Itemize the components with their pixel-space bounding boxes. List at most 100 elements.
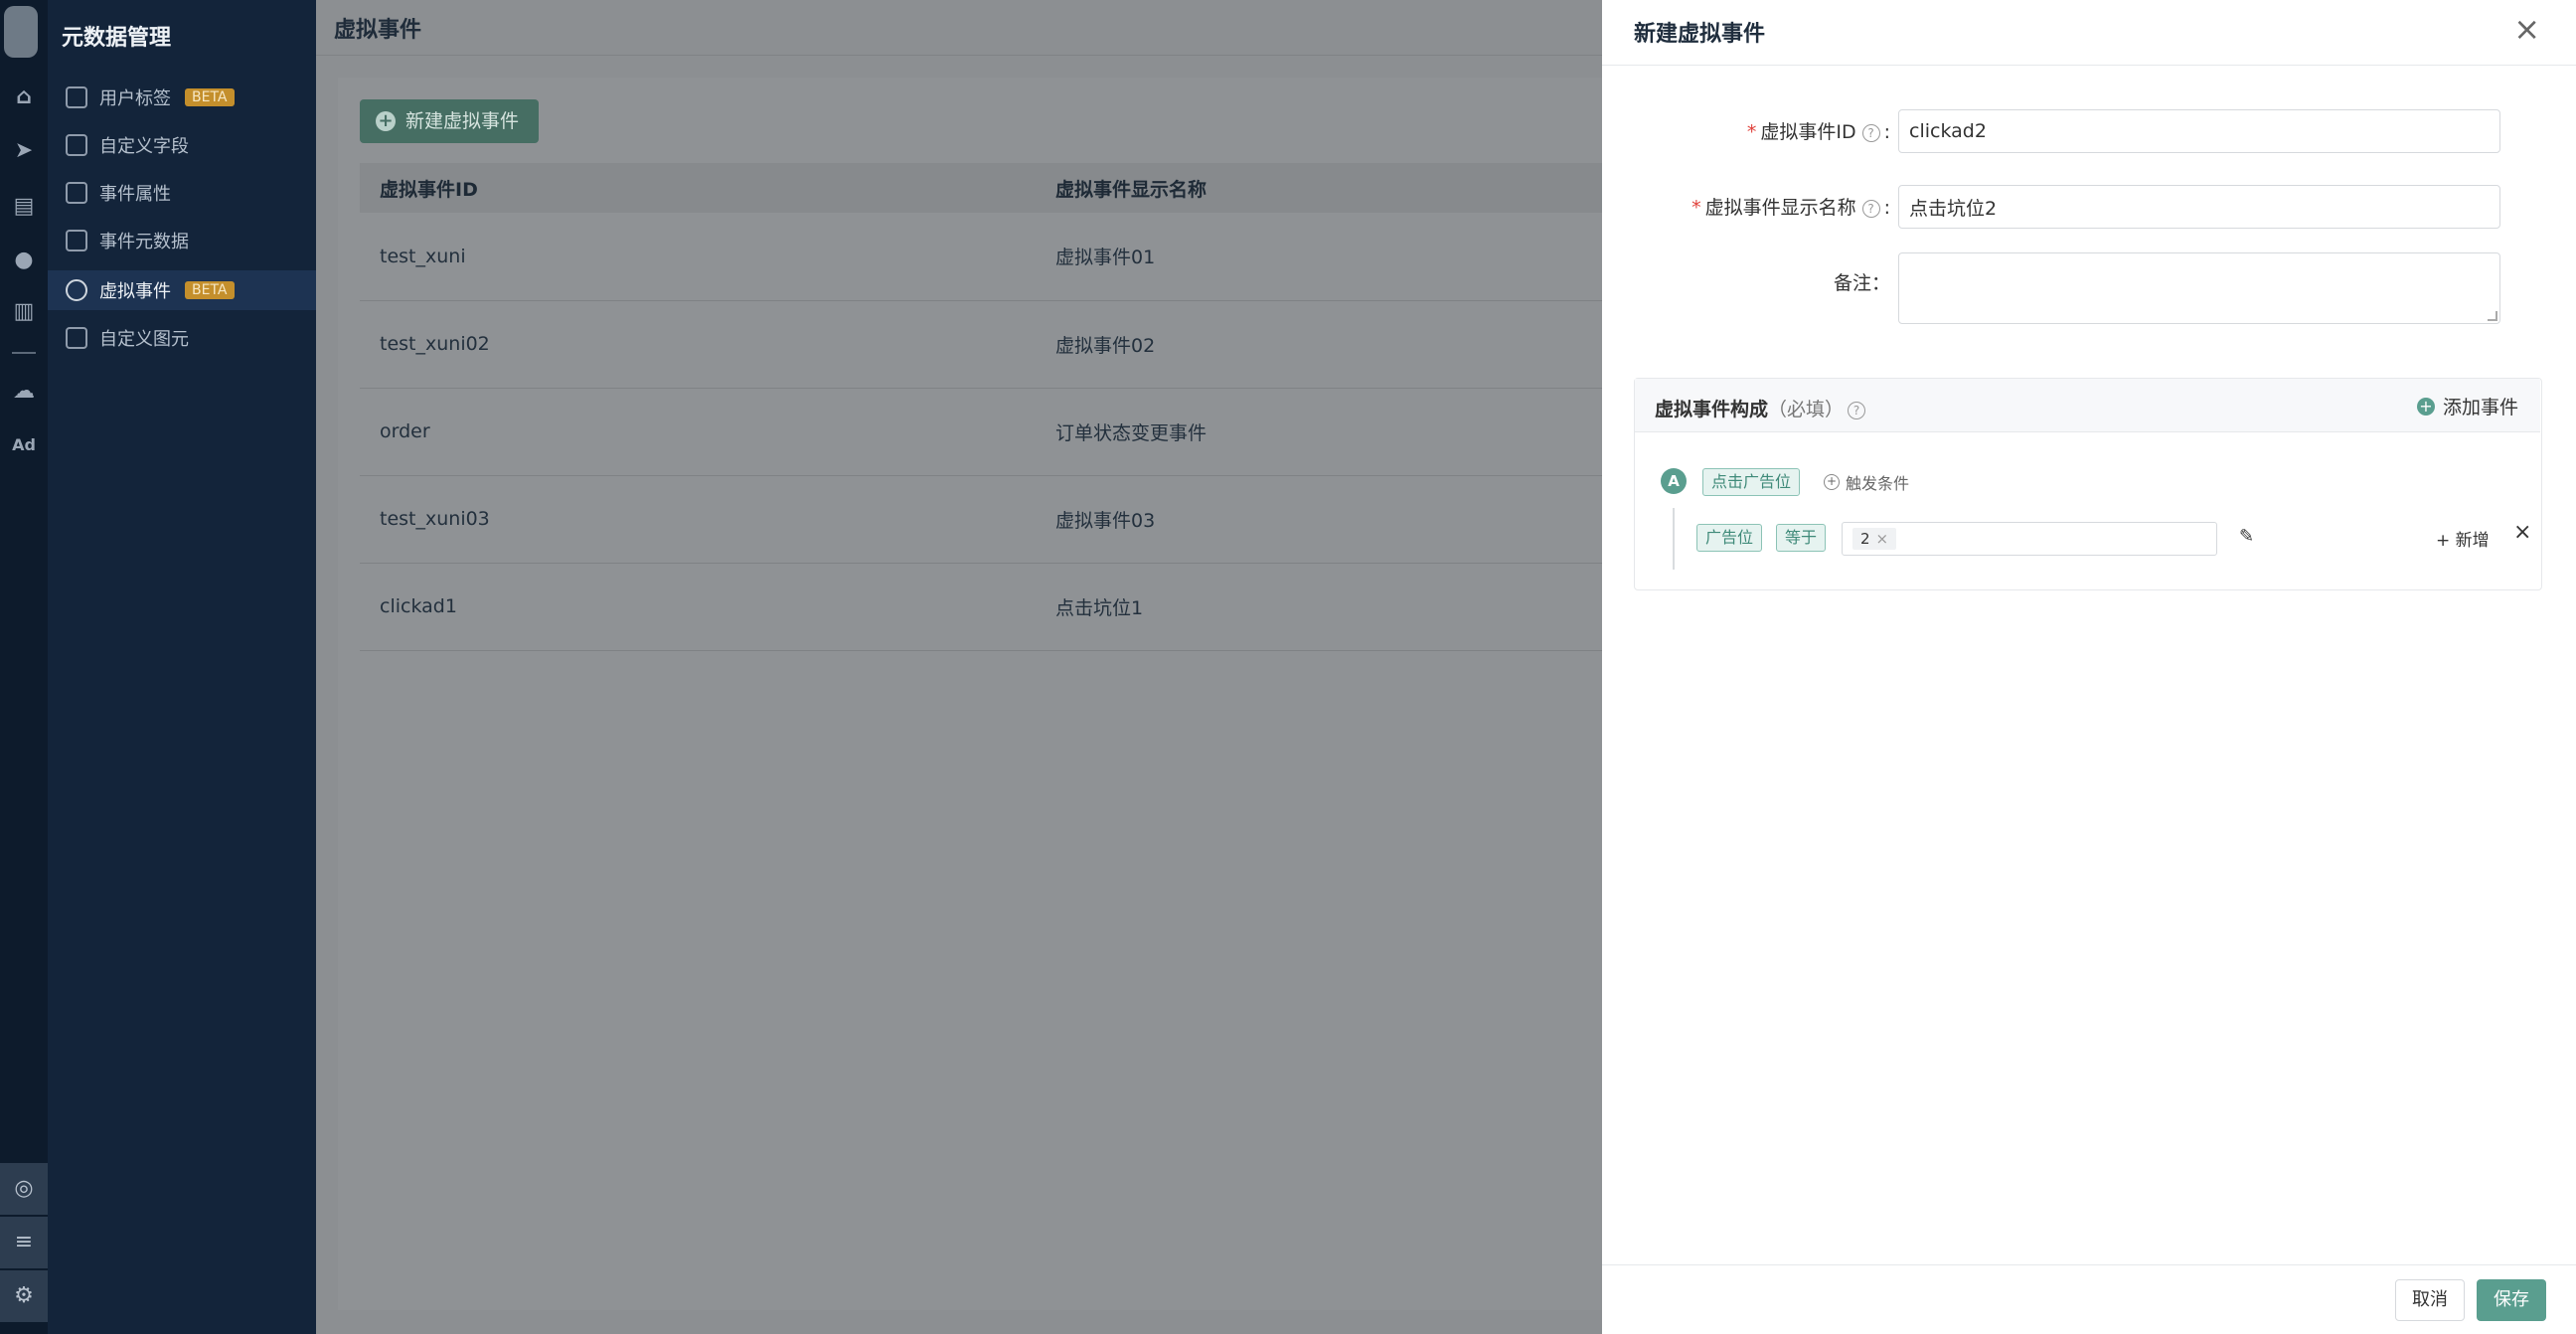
sidebar-item-label: 自定义字段 xyxy=(99,136,189,157)
cell-display-name: 虚拟事件03 xyxy=(1036,475,1602,564)
sidebar-item-custom-elements[interactable]: 自定义图元 xyxy=(48,318,316,358)
event-id-input[interactable] xyxy=(1898,109,2500,153)
save-button[interactable]: 保存 xyxy=(2477,1279,2546,1321)
cell-display-name: 点击坑位1 xyxy=(1036,563,1602,651)
sidebar-item-label: 自定义图元 xyxy=(99,329,189,350)
drawer-header: 新建虚拟事件 × xyxy=(1602,0,2576,66)
trigger-condition-label: 触发条件 xyxy=(1846,474,1910,493)
event-id-label: * 虚拟事件ID?: xyxy=(1592,117,1890,144)
new-virtual-event-button[interactable]: + 新建虚拟事件 xyxy=(360,99,540,143)
plus-circle-icon: + xyxy=(1824,474,1840,490)
cell-display-name: 虚拟事件02 xyxy=(1036,300,1602,389)
close-icon[interactable]: × xyxy=(2513,10,2540,48)
cell-display-name: 订单状态变更事件 xyxy=(1036,388,1602,476)
sidebar: 元数据管理 用户标签 BETA 自定义字段 事件属性 事件元数据 虚拟事件 BE… xyxy=(48,0,316,1334)
bar-chart-icon[interactable]: ▥ xyxy=(8,296,40,328)
composition-header: 虚拟事件构成（必填）? + 添加事件 xyxy=(1635,379,2540,432)
add-event-label: 添加事件 xyxy=(2442,397,2518,418)
target-icon[interactable]: ◎ xyxy=(0,1163,48,1215)
remark-textarea[interactable] xyxy=(1898,252,2500,324)
event-tag[interactable]: 点击广告位 xyxy=(1702,468,1801,496)
cell-event-id: test_xuni02 xyxy=(360,300,1036,389)
list-icon[interactable]: ≡ xyxy=(0,1217,48,1268)
event-id-label-text: 虚拟事件ID xyxy=(1760,121,1856,143)
display-name-label: * 虚拟事件显示名称?: xyxy=(1592,193,1890,220)
value-chip: 2 × xyxy=(1852,528,1897,550)
remove-value-icon[interactable]: × xyxy=(1876,530,1889,548)
sidebar-title: 元数据管理 xyxy=(62,26,172,51)
edit-icon[interactable]: ✎ xyxy=(2239,526,2254,547)
cell-event-id: clickad1 xyxy=(360,563,1036,651)
table-row[interactable]: clickad1 点击坑位1 xyxy=(360,563,1602,651)
gear-icon[interactable]: ⚙ xyxy=(0,1270,48,1322)
trigger-condition-button[interactable]: + 触发条件 xyxy=(1824,470,1909,494)
content-panel: + 新建虚拟事件 虚拟事件ID 虚拟事件显示名称 test_xuni 虚拟事件0… xyxy=(338,78,1602,1310)
home-icon[interactable]: ⌂ xyxy=(8,82,40,113)
icon-rail: ⌂ ➤ ▤ ● ▥ ☁ Ad ◎ ≡ ⚙ xyxy=(0,0,48,1334)
delete-condition-icon[interactable]: × xyxy=(2513,520,2531,545)
sidebar-item-virtual-events[interactable]: 虚拟事件 BETA xyxy=(48,270,316,310)
table-header-row: 虚拟事件ID 虚拟事件显示名称 xyxy=(360,163,1602,213)
sidebar-item-custom-fields[interactable]: 自定义字段 xyxy=(48,125,316,165)
user-icon[interactable]: ● xyxy=(8,245,40,276)
condition-connector xyxy=(1673,508,1675,570)
beta-badge: BETA xyxy=(185,281,235,299)
clipboard-icon xyxy=(66,182,87,204)
sidebar-item-event-metadata[interactable]: 事件元数据 xyxy=(48,221,316,260)
layout-icon[interactable]: ▤ xyxy=(8,191,40,223)
event-letter-badge: A xyxy=(1661,468,1687,494)
cell-event-id: test_xuni xyxy=(360,213,1036,301)
remark-label: 备注： xyxy=(1833,272,1890,294)
document-icon xyxy=(66,230,87,251)
sidebar-item-user-tags[interactable]: 用户标签 BETA xyxy=(48,78,316,117)
column-header-event-id: 虚拟事件ID xyxy=(360,163,1036,213)
condition-value-select[interactable]: 2 × xyxy=(1842,522,2217,556)
display-name-input[interactable] xyxy=(1898,185,2500,229)
send-icon[interactable]: ➤ xyxy=(8,135,40,167)
table-row[interactable]: test_xuni03 虚拟事件03 xyxy=(360,475,1602,564)
drawer-footer: 取消 保存 xyxy=(1602,1264,2576,1334)
avatar[interactable] xyxy=(4,6,38,58)
palette-icon xyxy=(66,327,87,349)
rail-divider xyxy=(12,352,36,354)
sidebar-item-label: 事件属性 xyxy=(99,184,171,205)
plus-circle-icon: + xyxy=(376,111,396,131)
event-composition-section: 虚拟事件构成（必填）? + 添加事件 A 点击广告位 + 触发条件 广告位 等于… xyxy=(1634,378,2542,590)
value-chip-text: 2 xyxy=(1860,530,1870,548)
new-virtual-event-button-label: 新建虚拟事件 xyxy=(405,110,520,132)
drawer-title: 新建虚拟事件 xyxy=(1634,22,1766,47)
main-content: 虚拟事件 + 新建虚拟事件 虚拟事件ID 虚拟事件显示名称 test_xuni … xyxy=(316,0,1602,1334)
sidebar-item-event-properties[interactable]: 事件属性 xyxy=(48,173,316,213)
required-asterisk: * xyxy=(1746,121,1757,143)
ad-icon[interactable]: Ad xyxy=(8,429,40,461)
help-icon[interactable]: ? xyxy=(1848,401,1866,419)
top-bar: 虚拟事件 xyxy=(316,0,1602,56)
wechat-icon[interactable]: ☁ xyxy=(8,376,40,408)
sidebar-item-label: 用户标签 xyxy=(99,88,171,109)
add-event-button[interactable]: + 添加事件 xyxy=(2416,393,2518,419)
display-name-label-colon: : xyxy=(1883,197,1890,219)
event-id-label-colon: : xyxy=(1883,121,1890,143)
table-row[interactable]: order 订单状态变更事件 xyxy=(360,388,1602,476)
virtual-event-icon xyxy=(66,279,87,301)
resize-handle[interactable] xyxy=(2488,311,2497,321)
condition-operator-tag[interactable]: 等于 xyxy=(1776,524,1827,552)
cancel-button[interactable]: 取消 xyxy=(2395,1279,2465,1321)
condition-property-tag[interactable]: 广告位 xyxy=(1696,524,1763,552)
sidebar-item-label: 虚拟事件 xyxy=(99,281,171,302)
composition-title: 虚拟事件构成（必填）? xyxy=(1655,395,1866,421)
table-row[interactable]: test_xuni02 虚拟事件02 xyxy=(360,300,1602,389)
beta-badge: BETA xyxy=(185,88,235,106)
sidebar-item-label: 事件元数据 xyxy=(99,232,189,252)
help-icon[interactable]: ? xyxy=(1861,199,1880,218)
field-icon xyxy=(66,134,87,156)
cell-event-id: test_xuni03 xyxy=(360,475,1036,564)
page-title: 虚拟事件 xyxy=(334,18,422,43)
table-row[interactable]: test_xuni 虚拟事件01 xyxy=(360,213,1602,301)
display-name-label-text: 虚拟事件显示名称 xyxy=(1704,197,1856,219)
help-icon[interactable]: ? xyxy=(1861,123,1880,142)
add-condition-button[interactable]: + 新增 xyxy=(2436,526,2490,551)
required-asterisk: * xyxy=(1691,197,1701,219)
column-header-display-name: 虚拟事件显示名称 xyxy=(1036,163,1602,213)
plus-circle-icon: + xyxy=(2416,397,2435,416)
